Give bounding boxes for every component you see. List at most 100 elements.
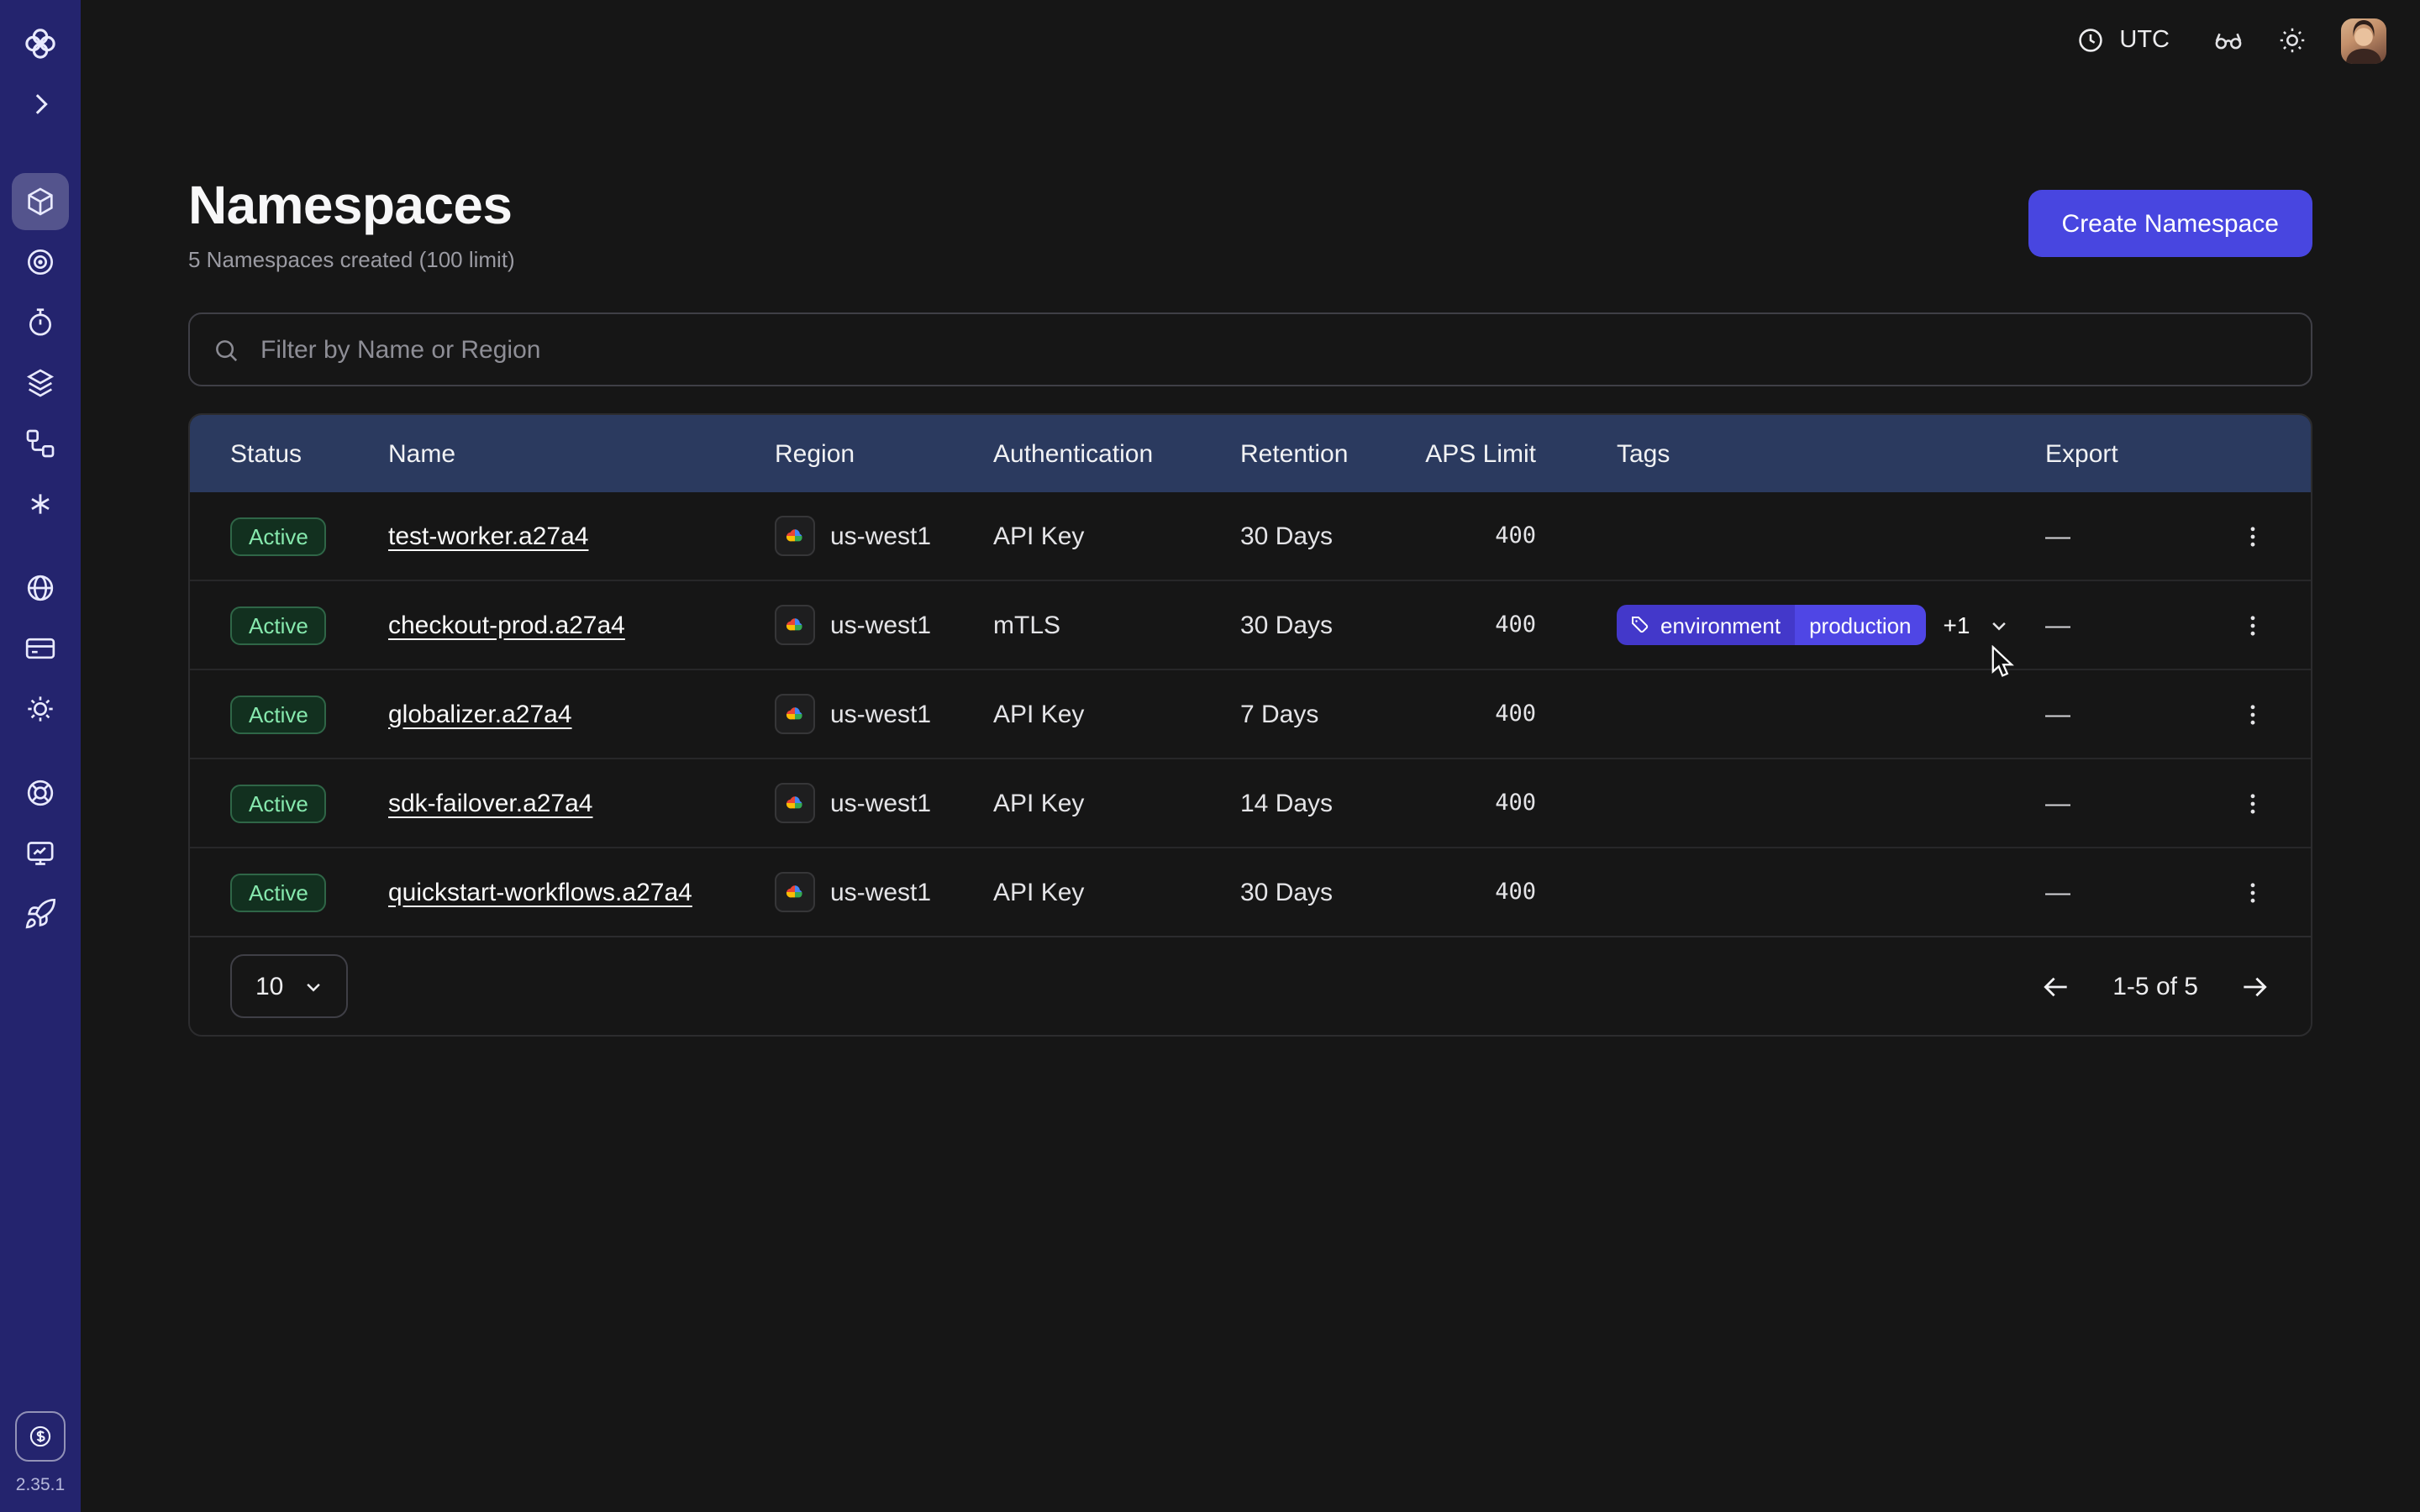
page-range-label: 1-5 of 5 [2112, 972, 2198, 1000]
sidebar-item-schedules[interactable] [12, 294, 69, 351]
namespace-link[interactable]: quickstart-workflows.a27a4 [388, 878, 692, 906]
retention-label: 7 Days [1240, 700, 1425, 728]
kebab-menu-icon [2238, 700, 2267, 728]
sidebar-item-feedback[interactable] [12, 825, 69, 882]
glasses-button[interactable] [2213, 25, 2244, 55]
namespace-link[interactable]: checkout-prod.a27a4 [388, 611, 625, 639]
dollar-coin-icon [27, 1421, 54, 1452]
namespaces-table: Status Name Region Authentication Retent… [188, 413, 2312, 1037]
filter-bar [188, 312, 2312, 386]
timezone-button[interactable]: UTC [2065, 24, 2180, 57]
monitor-icon [24, 837, 57, 870]
col-retention: Retention [1240, 439, 1425, 468]
status-badge: Active [230, 606, 327, 644]
page-size-value: 10 [255, 972, 283, 1000]
chevron-down-icon [300, 974, 325, 999]
status-badge: Active [230, 873, 327, 911]
topbar: UTC [81, 0, 2420, 81]
namespace-link[interactable]: globalizer.a27a4 [388, 700, 572, 728]
sidebar-item-getting-started[interactable] [12, 885, 69, 942]
sidebar-item-settings[interactable] [12, 680, 69, 738]
row-menu-button[interactable] [2235, 696, 2270, 732]
main-content: Namespaces 5 Namespaces created (100 lim… [81, 81, 2420, 1512]
aps-limit-value: 400 [1425, 790, 1536, 816]
export-value: — [2025, 789, 2203, 817]
status-badge: Active [230, 695, 327, 733]
row-menu-button[interactable] [2235, 607, 2270, 643]
gcp-icon [775, 783, 815, 823]
col-export: Export [2025, 439, 2203, 468]
col-tags: Tags [1536, 439, 2025, 468]
sidebar-nav [12, 171, 69, 944]
kebab-menu-icon [2238, 789, 2267, 817]
lifebuoy-icon [24, 776, 57, 810]
aps-limit-value: 400 [1425, 701, 1536, 727]
table-row: Active globalizer.a27a4 [190, 670, 2311, 759]
credit-card-icon [24, 632, 57, 665]
export-value: — [2025, 878, 2203, 906]
namespace-link[interactable]: test-worker.a27a4 [388, 522, 588, 550]
aps-limit-value: 400 [1425, 522, 1536, 549]
aps-limit-value: 400 [1425, 612, 1536, 638]
sidebar-item-usage[interactable] [12, 559, 69, 617]
namespace-link[interactable]: sdk-failover.a27a4 [388, 789, 593, 817]
table-header: Status Name Region Authentication Retent… [190, 415, 2311, 492]
tag-chip[interactable]: environment production [1617, 605, 1927, 645]
table-row: Active sdk-failover.a27a4 [190, 759, 2311, 848]
col-name: Name [388, 439, 775, 468]
sidebar-item-batch-operations[interactable] [12, 415, 69, 472]
tags-cell: environment production +1 [1536, 605, 2025, 645]
create-namespace-button[interactable]: Create Namespace [2028, 190, 2312, 257]
row-menu-button[interactable] [2235, 874, 2270, 910]
usage-credits-button[interactable] [15, 1411, 66, 1462]
sidebar-item-deployments[interactable] [12, 354, 69, 412]
sidebar-item-namespaces[interactable] [12, 173, 69, 230]
retention-label: 30 Days [1240, 878, 1425, 906]
sidebar-item-billing[interactable] [12, 620, 69, 677]
sun-icon [2277, 25, 2307, 55]
export-value: — [2025, 611, 2203, 639]
chevron-down-icon [1986, 612, 2012, 638]
gcp-icon [775, 605, 815, 645]
layers-icon [24, 366, 57, 400]
aps-limit-value: 400 [1425, 879, 1536, 906]
temporal-logo-icon [22, 25, 59, 62]
table-row: Active test-worker.a27a4 [190, 492, 2311, 581]
user-avatar[interactable] [2341, 18, 2386, 63]
theme-toggle-button[interactable] [2277, 25, 2307, 55]
sidebar-item-support[interactable] [12, 764, 69, 822]
target-icon [24, 245, 57, 279]
col-region: Region [775, 439, 993, 468]
region-label: us-west1 [830, 700, 931, 728]
row-menu-button[interactable] [2235, 518, 2270, 554]
page-size-select[interactable]: 10 [230, 954, 347, 1018]
rocket-icon [24, 897, 57, 931]
sidebar-item-nexus[interactable] [12, 475, 69, 533]
app-version: 2.35.1 [16, 1475, 65, 1495]
chevron-right-icon [24, 87, 57, 121]
auth-label: mTLS [993, 611, 1240, 639]
retention-label: 30 Days [1240, 522, 1425, 550]
filter-input[interactable] [257, 333, 2289, 365]
table-row: Active checkout-prod.a27a4 [190, 581, 2311, 670]
tags-expand-button[interactable] [1986, 612, 2012, 638]
page-title: Namespaces [188, 175, 515, 237]
region-label: us-west1 [830, 878, 931, 906]
arrow-left-icon [2040, 970, 2072, 1002]
row-menu-button[interactable] [2235, 785, 2270, 821]
tag-key: environment [1660, 612, 1781, 638]
asterisk-icon [24, 487, 57, 521]
page-header: Namespaces 5 Namespaces created (100 lim… [188, 175, 2312, 272]
sidebar-bottom: 2.35.1 [15, 1411, 66, 1495]
temporal-logo[interactable] [12, 15, 69, 72]
tags-more-count: +1 [1944, 612, 1970, 638]
next-page-button[interactable] [2238, 970, 2270, 1002]
prev-page-button[interactable] [2040, 970, 2072, 1002]
avatar-portrait [2341, 18, 2386, 63]
sidebar-item-workflows[interactable] [12, 234, 69, 291]
search-icon [212, 335, 240, 364]
sidebar-expand-button[interactable] [12, 76, 69, 133]
gcp-icon [775, 872, 815, 912]
tag-value: production [1794, 605, 1926, 645]
status-badge: Active [230, 784, 327, 822]
